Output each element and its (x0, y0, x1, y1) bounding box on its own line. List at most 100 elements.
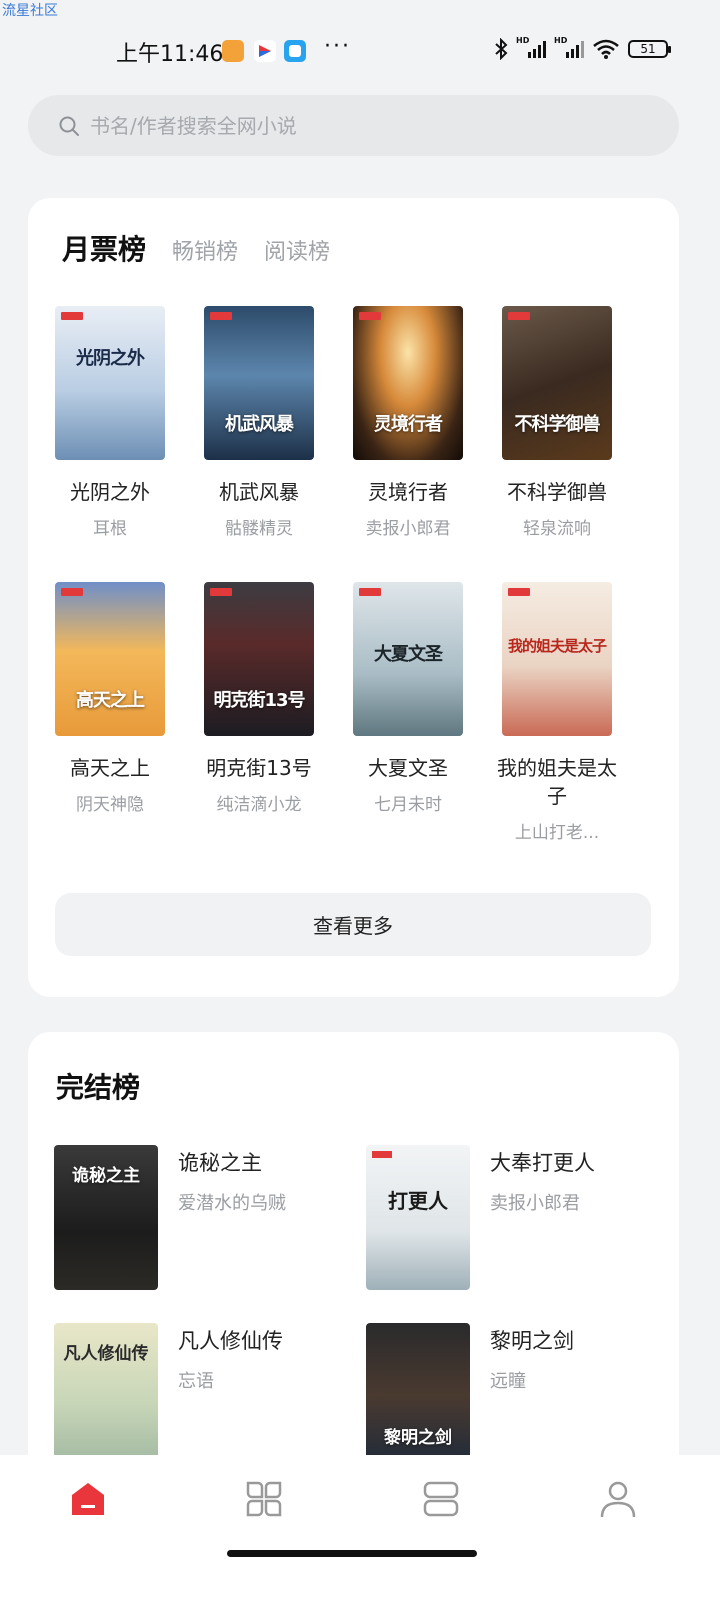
search-bar[interactable] (28, 95, 679, 156)
tab-monthly-ticket[interactable]: 月票榜 (62, 228, 146, 268)
book-item[interactable]: 光阴之外 光阴之外 耳根 (50, 306, 170, 539)
cover-title: 机武风暴 (225, 414, 294, 435)
book-cover[interactable]: 大夏文圣 (353, 582, 463, 736)
publisher-badge (210, 588, 232, 596)
book-item[interactable]: 黎明之剑 黎明之剑 远瞳 (366, 1323, 666, 1473)
book-cover[interactable]: 高天之上 (55, 582, 165, 736)
rank-card: 月票榜 畅销榜 阅读榜 光阴之外 光阴之外 耳根 机武风暴 机武风暴 骷髅精灵 … (28, 198, 679, 997)
book-title[interactable]: 大奉打更人 (490, 1147, 595, 1177)
book-author: 纯洁滴小龙 (216, 795, 302, 815)
publisher-badge (210, 312, 232, 320)
nav-profile[interactable] (596, 1477, 640, 1521)
profile-icon (600, 1481, 636, 1518)
book-author: 轻泉流响 (523, 519, 591, 539)
cover-title: 明克街13号 (213, 690, 305, 711)
book-cover[interactable]: 打更人 (366, 1145, 470, 1290)
cover-title: 光阴之外 (76, 348, 145, 369)
book-author: 忘语 (178, 1371, 214, 1392)
book-title[interactable]: 我的姐夫是太子 (497, 754, 617, 810)
search-icon (59, 116, 79, 136)
app-notification-icon (222, 40, 244, 62)
book-cover[interactable]: 明克街13号 (204, 582, 314, 736)
bluetooth-icon (495, 38, 508, 60)
book-item[interactable]: 明克街13号 明克街13号 纯洁滴小龙 (199, 582, 319, 815)
publisher-badge (508, 312, 530, 320)
book-title[interactable]: 黎明之剑 (490, 1325, 574, 1355)
book-title[interactable]: 凡人修仙传 (178, 1325, 283, 1355)
wifi-icon (593, 39, 619, 59)
home-icon (72, 1483, 104, 1515)
cover-title: 高天之上 (76, 690, 145, 711)
finished-card: 完结榜 诡秘之主 诡秘之主 爱潜水的乌贼 打更人 大奉打更人 卖报小郎君 凡人修… (28, 1032, 679, 1502)
publisher-badge (359, 312, 381, 320)
book-item[interactable]: 高天之上 高天之上 阴天神隐 (50, 582, 170, 815)
bookshelf-icon (423, 1481, 459, 1517)
book-cover[interactable]: 凡人修仙传 (54, 1323, 158, 1468)
book-item[interactable]: 机武风暴 机武风暴 骷髅精灵 (199, 306, 319, 539)
cover-title: 我的姐夫是太子 (507, 637, 607, 655)
publisher-badge (372, 1151, 392, 1158)
finished-card-title: 完结榜 (56, 1071, 141, 1104)
tab-reading[interactable]: 阅读榜 (264, 234, 330, 266)
rank-tabs: 月票榜 畅销榜 阅读榜 (62, 228, 330, 268)
book-title[interactable]: 大夏文圣 (348, 754, 468, 782)
cover-title: 大夏文圣 (374, 644, 443, 665)
home-indicator[interactable] (227, 1550, 477, 1557)
publisher-badge (359, 588, 381, 596)
book-item[interactable]: 灵境行者 灵境行者 卖报小郎君 (348, 306, 468, 539)
battery-icon: 51 (628, 40, 671, 58)
nav-home[interactable] (66, 1477, 110, 1521)
tab-best-selling[interactable]: 畅销榜 (172, 234, 238, 266)
category-icon (246, 1481, 282, 1517)
book-author: 阴天神隐 (76, 795, 144, 815)
book-cover[interactable]: 机武风暴 (204, 306, 314, 460)
cover-title: 诡秘之主 (72, 1166, 140, 1186)
cover-title: 灵境行者 (374, 414, 443, 435)
book-item[interactable]: 凡人修仙传 凡人修仙传 忘语 (54, 1323, 354, 1473)
book-author: 爱潜水的乌贼 (178, 1193, 286, 1214)
signal-icon: HD (516, 36, 546, 58)
publisher-badge (61, 312, 83, 320)
publisher-badge (508, 588, 530, 596)
book-author: 骷髅精灵 (225, 519, 293, 539)
book-author: 上山打老... (514, 823, 600, 843)
book-title[interactable]: 诡秘之主 (178, 1147, 262, 1177)
cover-title: 不科学御兽 (514, 414, 601, 435)
book-cover[interactable]: 不科学御兽 (502, 306, 612, 460)
book-cover[interactable]: 我的姐夫是太子 (502, 582, 612, 736)
book-cover[interactable]: 黎明之剑 (366, 1323, 470, 1468)
book-item[interactable]: 我的姐夫是太子 我的姐夫是太子 上山打老... (497, 582, 617, 843)
nav-bookshelf[interactable] (419, 1477, 463, 1521)
book-item[interactable]: 不科学御兽 不科学御兽 轻泉流响 (497, 306, 617, 539)
book-author: 卖报小郎君 (490, 1193, 580, 1214)
bottom-navigation (0, 1455, 720, 1600)
book-title[interactable]: 机武风暴 (199, 478, 319, 506)
search-input[interactable] (90, 113, 610, 138)
book-title[interactable]: 不科学御兽 (497, 478, 617, 506)
cover-title: 打更人 (388, 1189, 448, 1213)
status-indicators: HD HD 51 (494, 36, 671, 60)
book-title[interactable]: 光阴之外 (50, 478, 170, 506)
book-title[interactable]: 灵境行者 (348, 478, 468, 506)
book-cover[interactable]: 诡秘之主 (54, 1145, 158, 1290)
book-item[interactable]: 诡秘之主 诡秘之主 爱潜水的乌贼 (54, 1145, 354, 1295)
book-author: 远瞳 (490, 1371, 526, 1392)
book-cover[interactable]: 光阴之外 (55, 306, 165, 460)
more-notifications-icon: ··· (324, 34, 351, 59)
nav-category[interactable] (242, 1477, 286, 1521)
cover-title: 黎明之剑 (384, 1428, 452, 1448)
status-bar: 上午11:46 ··· HD HD 51 (0, 30, 720, 70)
signal-icon-2: HD (554, 36, 584, 58)
book-title[interactable]: 高天之上 (50, 754, 170, 782)
publisher-badge (61, 588, 83, 596)
book-title[interactable]: 明克街13号 (199, 754, 319, 782)
book-item[interactable]: 大夏文圣 大夏文圣 七月未时 (348, 582, 468, 815)
video-app-icon (254, 40, 276, 62)
watermark: 流星社区 (2, 3, 58, 19)
book-cover[interactable]: 灵境行者 (353, 306, 463, 460)
book-author: 卖报小郎君 (365, 519, 451, 539)
book-item[interactable]: 打更人 大奉打更人 卖报小郎君 (366, 1145, 666, 1295)
view-more-button[interactable]: 查看更多 (55, 893, 651, 956)
chat-app-icon (284, 40, 306, 62)
book-author: 耳根 (93, 519, 127, 539)
